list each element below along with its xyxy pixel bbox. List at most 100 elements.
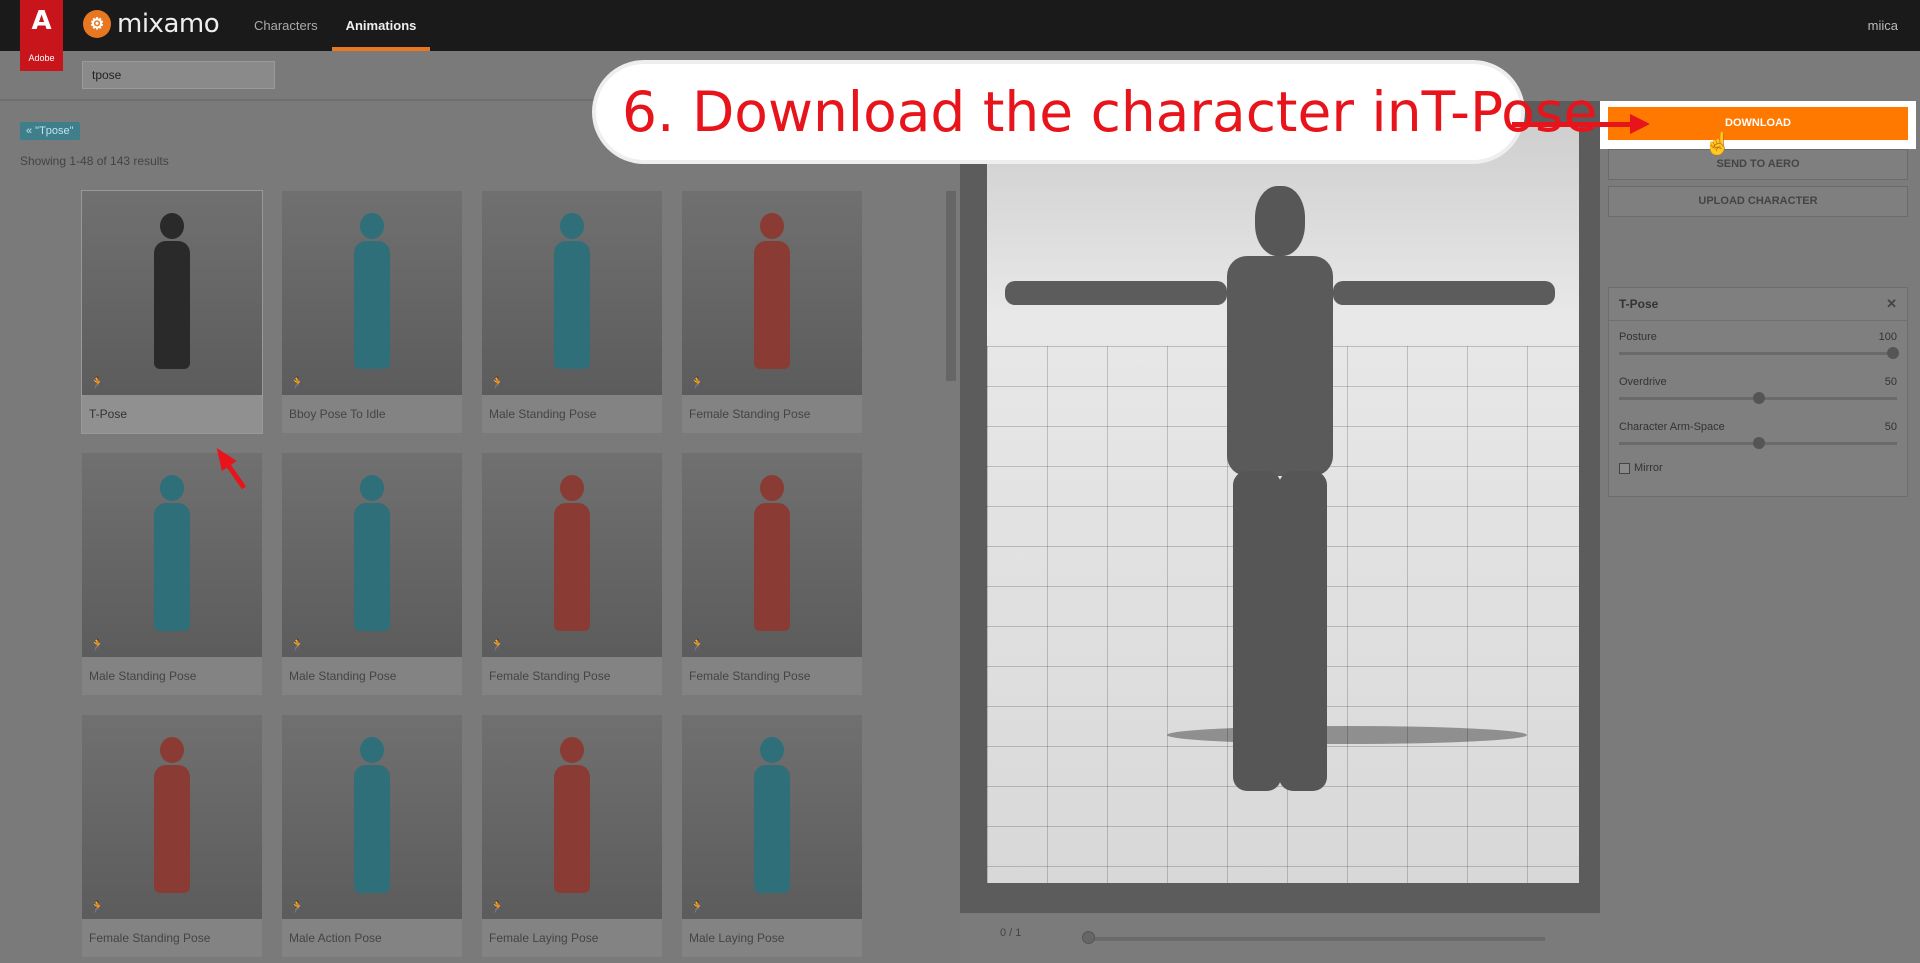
param-slider-handle[interactable] — [1753, 392, 1765, 404]
running-man-icon: 🏃 — [90, 900, 105, 914]
character-left-leg — [1233, 471, 1281, 791]
running-man-icon: 🏃 — [290, 638, 305, 652]
figure-head — [760, 475, 784, 501]
animation-parameters: T-Pose ✕ Posture 100 Overdrive 50 Character … — [1608, 287, 1908, 497]
timeline-track[interactable] — [1085, 937, 1545, 941]
figure-silhouette — [754, 213, 790, 373]
figure-head — [160, 737, 184, 763]
secondary-buttons: SEND TO AERO UPLOAD CHARACTER — [1608, 149, 1908, 223]
animation-card[interactable]: 🏃 Male Standing Pose — [282, 453, 462, 695]
character-torso — [1227, 256, 1333, 476]
param-slider-track[interactable] — [1619, 352, 1897, 355]
animation-card-label: Female Standing Pose — [82, 919, 262, 957]
figure-body — [154, 503, 190, 631]
upload-character-button[interactable]: UPLOAD CHARACTER — [1608, 186, 1908, 217]
animation-thumbnail: 🏃 — [482, 191, 662, 395]
search-input[interactable]: tpose — [82, 61, 275, 89]
adobe-logo[interactable]: A Adobe — [20, 0, 63, 71]
user-menu[interactable]: miica — [1868, 18, 1898, 33]
animation-thumbnail: 🏃 — [282, 453, 462, 657]
mirror-option[interactable]: Mirror — [1609, 456, 1907, 480]
figure-silhouette — [154, 213, 190, 373]
param-slider-handle[interactable] — [1753, 437, 1765, 449]
callout-arrow-head — [1630, 114, 1650, 134]
animation-thumbnail: 🏃 — [482, 715, 662, 919]
timeline-scrubber[interactable] — [1082, 931, 1095, 944]
animation-card[interactable]: 🏃 T-Pose — [82, 191, 262, 433]
animation-thumbnail: 🏃 — [82, 191, 262, 395]
mixamo-logo[interactable]: ⚙ mixamo — [83, 9, 220, 39]
results-count: Showing 1-48 of 143 results — [20, 154, 169, 168]
animation-card-label: Female Standing Pose — [682, 657, 862, 695]
running-man-icon: 🏃 — [690, 638, 705, 652]
animation-card[interactable]: 🏃 Female Standing Pose — [482, 453, 662, 695]
adobe-a-icon: A — [31, 6, 52, 36]
param-value: 50 — [1884, 376, 1897, 388]
tab-animations[interactable]: Animations — [331, 0, 431, 51]
close-icon[interactable]: ✕ — [1886, 296, 1897, 312]
animation-card-label: Bboy Pose To Idle — [282, 395, 462, 433]
animation-card[interactable]: 🏃 Female Standing Pose — [82, 715, 262, 957]
figure-body — [554, 503, 590, 631]
animation-card[interactable]: 🏃 Bboy Pose To Idle — [282, 191, 462, 433]
animation-card-label: Female Standing Pose — [482, 657, 662, 695]
download-button[interactable]: DOWNLOAD — [1608, 107, 1908, 140]
animation-card[interactable]: 🏃 Female Standing Pose — [682, 191, 862, 433]
animation-card-label: T-Pose — [82, 395, 262, 433]
animation-card-label: Male Standing Pose — [82, 657, 262, 695]
figure-body — [354, 241, 390, 369]
figure-silhouette — [354, 737, 390, 897]
param-slider-row: Character Arm-Space 50 — [1609, 411, 1907, 456]
running-man-icon: 🏃 — [690, 376, 705, 390]
running-man-icon: 🏃 — [490, 376, 505, 390]
animation-card-label: Female Laying Pose — [482, 919, 662, 957]
figure-body — [354, 765, 390, 893]
figure-head — [560, 213, 584, 239]
animation-card[interactable]: 🏃 Female Laying Pose — [482, 715, 662, 957]
animation-thumbnail: 🏃 — [282, 715, 462, 919]
character-right-arm — [1333, 281, 1555, 305]
figure-head — [360, 475, 384, 501]
mirror-label: Mirror — [1634, 462, 1663, 474]
figure-head — [560, 737, 584, 763]
animation-card[interactable]: 🏃 Male Standing Pose — [482, 191, 662, 433]
character-head — [1255, 186, 1305, 256]
mixamo-wordmark: mixamo — [117, 9, 220, 39]
animation-thumbnail: 🏃 — [682, 191, 862, 395]
hand-cursor-icon: ☝ — [1704, 131, 1732, 156]
figure-body — [754, 241, 790, 369]
send-to-aero-button[interactable]: SEND TO AERO — [1608, 149, 1908, 180]
character-left-arm — [1005, 281, 1227, 305]
animation-card[interactable]: 🏃 Male Standing Pose — [82, 453, 262, 695]
tab-characters[interactable]: Characters — [240, 0, 332, 51]
animation-card[interactable]: 🏃 Male Action Pose — [282, 715, 462, 957]
figure-silhouette — [754, 475, 790, 635]
animation-thumbnail: 🏃 — [482, 453, 662, 657]
animation-browser: tpose « "Tpose" Showing 1-48 of 143 resu… — [0, 51, 960, 963]
scrollbar[interactable] — [946, 191, 956, 381]
figure-body — [154, 765, 190, 893]
figure-silhouette — [354, 213, 390, 373]
figure-head — [160, 475, 184, 501]
mixamo-runner-icon: ⚙ — [83, 10, 111, 38]
animation-card[interactable]: 🏃 Female Standing Pose — [682, 453, 862, 695]
filter-chip[interactable]: « "Tpose" — [20, 122, 80, 140]
figure-head — [360, 737, 384, 763]
running-man-icon: 🏃 — [490, 900, 505, 914]
figure-silhouette — [554, 213, 590, 373]
param-label: Overdrive — [1619, 376, 1667, 388]
figure-head — [160, 213, 184, 239]
mirror-checkbox[interactable] — [1619, 462, 1630, 474]
running-man-icon: 🏃 — [690, 900, 705, 914]
animation-thumbnail: 🏃 — [682, 453, 862, 657]
figure-body — [154, 241, 190, 369]
top-navigation-bar: A Adobe ⚙ mixamo Characters Animations m… — [0, 0, 1920, 71]
param-slider-handle[interactable] — [1887, 347, 1899, 359]
figure-head — [360, 213, 384, 239]
callout-text: 6. Download the character inT-Pose — [622, 80, 1598, 144]
3d-viewport[interactable] — [960, 101, 1600, 913]
figure-head — [760, 737, 784, 763]
animation-card-label: Male Action Pose — [282, 919, 462, 957]
figure-silhouette — [554, 737, 590, 897]
animation-card[interactable]: 🏃 Male Laying Pose — [682, 715, 862, 957]
